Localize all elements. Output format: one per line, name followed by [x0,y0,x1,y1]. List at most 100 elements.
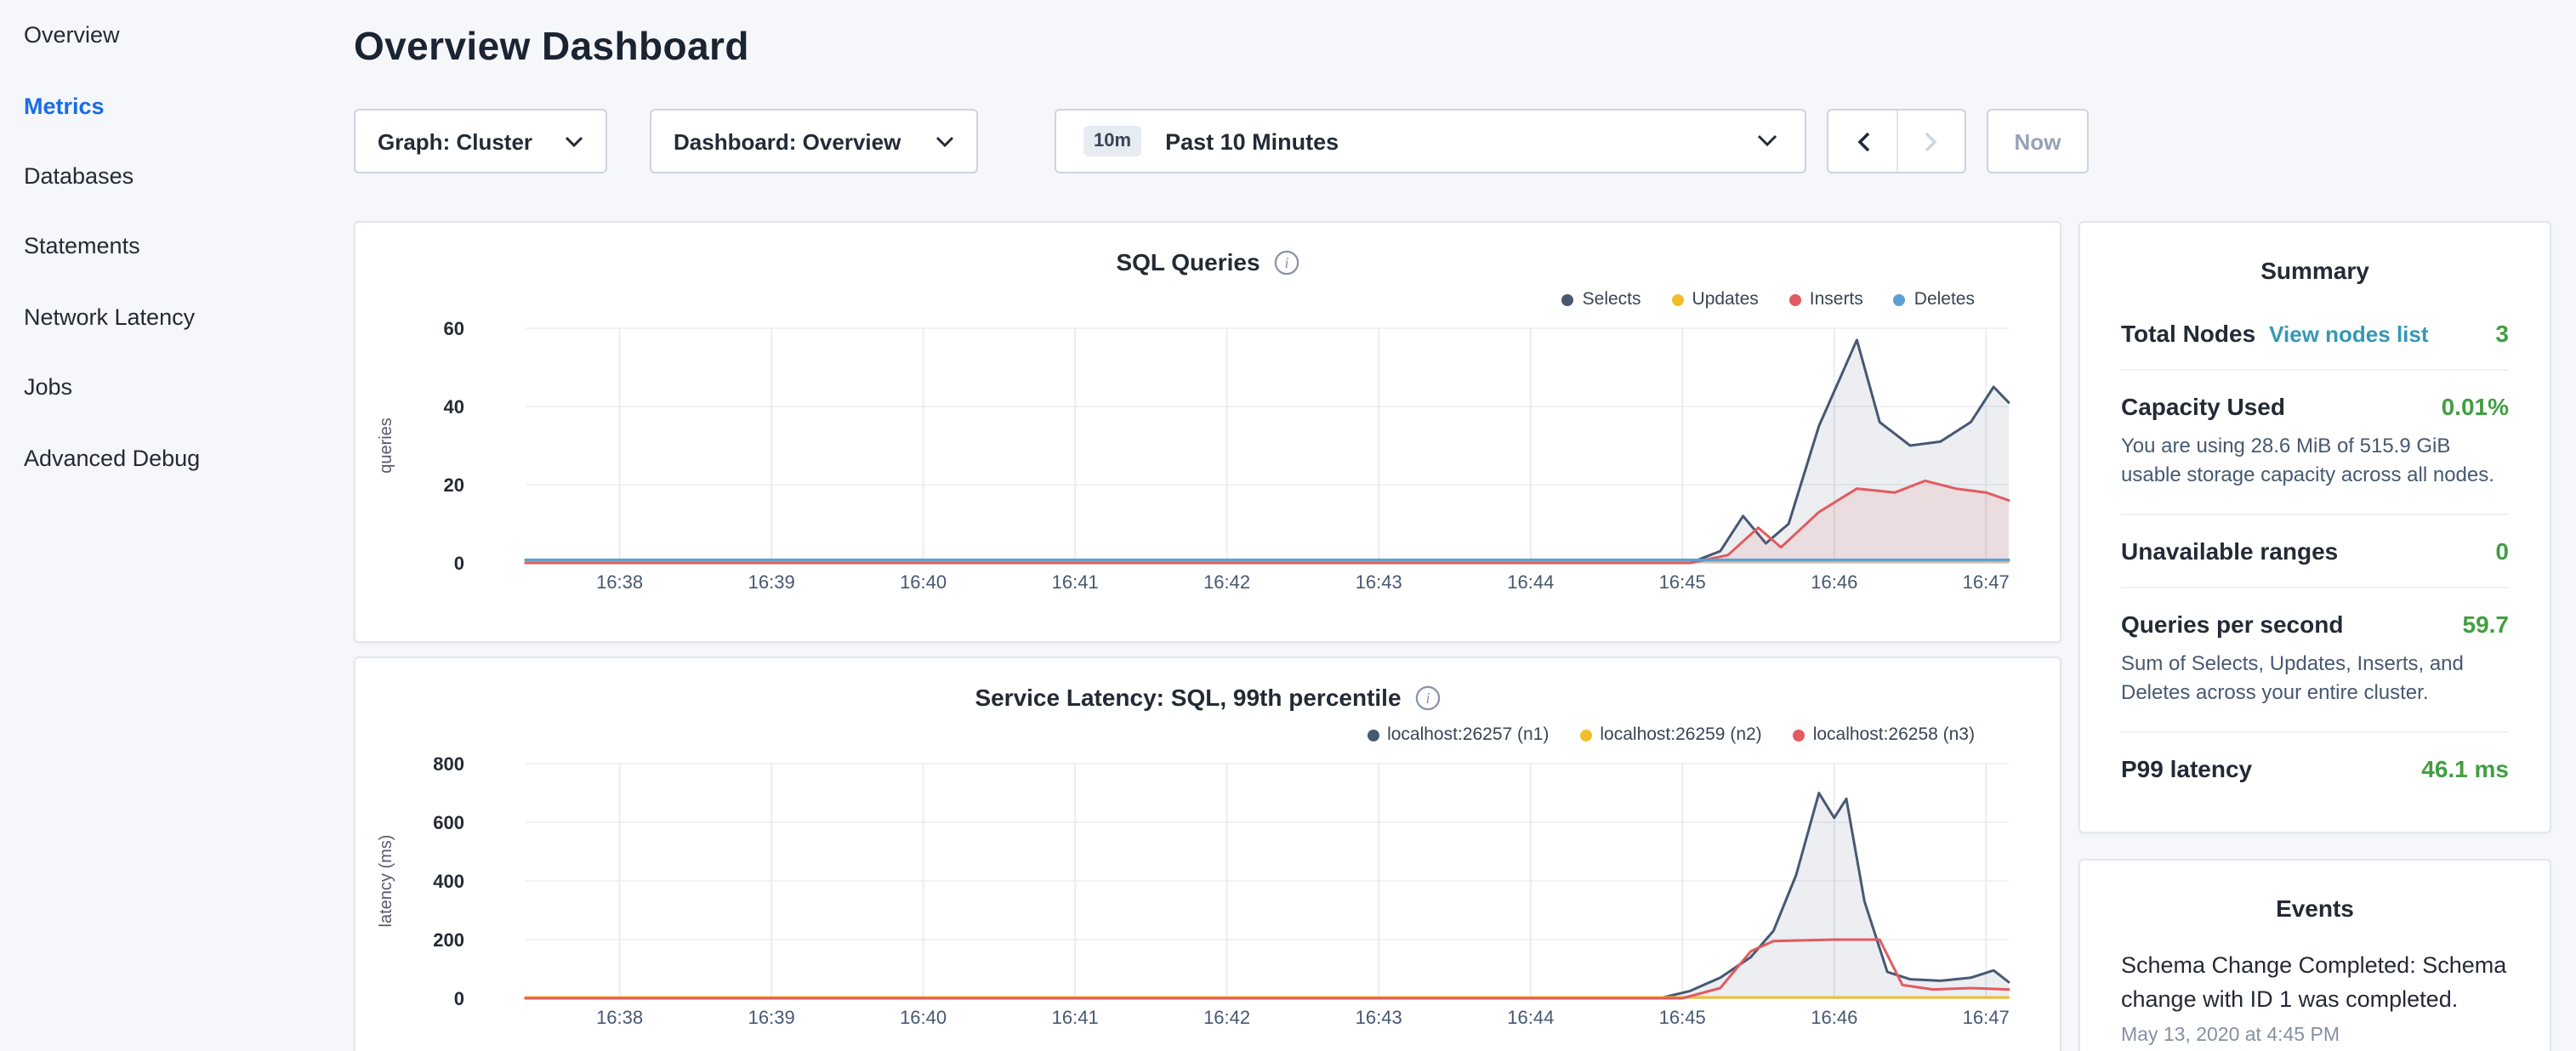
svg-text:16:47: 16:47 [1963,571,2010,593]
service-latency-chart-panel: Service Latency: SQL, 99th percentile i … [354,656,2061,1051]
chart-title-row: Service Latency: SQL, 99th percentile i [355,684,2060,711]
legend-dot-icon [1793,729,1805,741]
svg-text:16:43: 16:43 [1356,1007,1402,1028]
svg-text:16:44: 16:44 [1507,1007,1554,1028]
summary-row: Capacity Used 0.01% You are using 28.6 MiB… [2121,369,2509,514]
chart-plot-area[interactable]: 020040060080016:3816:3916:4016:4116:4216… [355,750,2060,1051]
summary-title: Summary [2121,257,2509,284]
sidebar-item-jobs[interactable]: Jobs [24,352,323,423]
info-icon[interactable]: i [1415,685,1441,710]
legend-item[interactable]: localhost:26257 (n1) [1367,724,1549,745]
legend-label: Selects [1583,289,1641,310]
summary-label: Total Nodes [2121,320,2255,347]
time-window-picker[interactable]: 10m Past 10 Minutes [1055,109,1806,173]
dashboard-selector-dropdown[interactable]: Dashboard: Overview [650,109,978,173]
svg-text:queries: queries [377,418,395,474]
legend-item[interactable]: localhost:26259 (n2) [1579,724,1761,745]
time-window-back-button[interactable] [1828,111,1896,172]
events-panel: Events Schema Change Completed: Schema c… [2078,858,2551,1051]
right-sidebar: Summary Total Nodes View nodes list 3 Capac… [2078,221,2551,1051]
legend-label: Updates [1692,289,1759,310]
chart-canvas[interactable]: 020040060080016:3816:3916:4016:4116:4216… [355,750,2060,1042]
time-window-step-group [1827,109,1966,173]
summary-value: 3 [2495,320,2509,347]
summary-rows: Total Nodes View nodes list 3 Capacity Used… [2121,298,2509,804]
summary-label: Capacity Used [2121,393,2285,420]
svg-text:16:46: 16:46 [1811,571,1857,593]
legend-item[interactable]: Updates [1672,289,1759,310]
time-window-forward-button[interactable] [1896,111,1965,172]
svg-text:latency (ms): latency (ms) [377,835,395,928]
svg-text:400: 400 [433,871,464,892]
svg-text:16:40: 16:40 [900,571,947,593]
sidebar-item-metrics[interactable]: Metrics [24,71,323,141]
chart-plot-area[interactable]: 020406016:3816:3916:4016:4116:4216:4316:… [355,315,2060,616]
summary-row: Unavailable ranges0 [2121,514,2509,587]
sidebar-item-advanced-debug[interactable]: Advanced Debug [24,423,323,493]
now-button[interactable]: Now [1987,109,2089,173]
svg-text:200: 200 [433,929,464,951]
event-message[interactable]: Schema Change Completed: Schema change w… [2121,948,2509,1017]
chart-legend: Selects Updates Inserts Deletes [355,287,2060,311]
view-nodes-list-link[interactable]: View nodes list [2269,321,2428,347]
svg-text:16:45: 16:45 [1659,571,1706,593]
chevron-left-icon [1855,130,1870,152]
sidebar: OverviewMetricsDatabasesStatementsNetwor… [0,0,323,1051]
svg-text:60: 60 [444,318,464,339]
svg-text:16:42: 16:42 [1203,1007,1250,1028]
summary-description: You are using 28.6 MiB of 515.9 GiB usab… [2121,432,2509,491]
sidebar-nav-list: OverviewMetricsDatabasesStatementsNetwor… [24,0,323,492]
chart-canvas[interactable]: 020406016:3816:3916:4016:4116:4216:4316:… [355,315,2060,607]
svg-text:600: 600 [433,812,464,833]
sidebar-item-databases[interactable]: Databases [24,141,323,212]
summary-value: 46.1 ms [2421,754,2509,781]
legend-item[interactable]: localhost:26258 (n3) [1793,724,1975,745]
info-icon[interactable]: i [1274,249,1299,275]
event-timestamp: May 13, 2020 at 4:45 PM [2121,1025,2509,1046]
summary-label: P99 latency [2121,754,2252,781]
legend-item[interactable]: Deletes [1894,289,1975,310]
summary-value: 59.7 [2463,611,2510,638]
legend-dot-icon [1562,293,1574,305]
events-title: Events [2121,894,2509,921]
summary-panel: Summary Total Nodes View nodes list 3 Capac… [2078,221,2551,832]
sidebar-item-overview[interactable]: Overview [24,0,323,71]
svg-text:20: 20 [444,474,464,496]
legend-dot-icon [1579,729,1591,741]
graph-selector-dropdown[interactable]: Graph: Cluster [354,109,607,173]
svg-text:16:41: 16:41 [1052,571,1099,593]
svg-text:i: i [1425,689,1430,706]
summary-value: 0 [2495,537,2509,565]
chevron-down-icon [1757,134,1777,148]
events-list: Schema Change Completed: Schema change w… [2121,948,2509,1046]
legend-label: Deletes [1914,289,1975,310]
svg-text:16:39: 16:39 [748,571,795,593]
svg-text:16:41: 16:41 [1052,1007,1099,1028]
summary-label: Queries per second [2121,611,2343,638]
chart-title: Service Latency: SQL, 99th percentile [975,684,1401,711]
dashboard-body: SQL Queries i Selects Updates Inserts Delet… [354,221,2576,1051]
legend-item[interactable]: Inserts [1789,289,1863,310]
legend-label: localhost:26259 (n2) [1600,724,1761,745]
svg-text:40: 40 [444,396,464,418]
time-window-badge: 10m [1083,126,1141,156]
svg-text:16:39: 16:39 [748,1007,795,1028]
legend-dot-icon [1789,293,1801,305]
legend-dot-icon [1894,293,1906,305]
svg-text:16:44: 16:44 [1507,571,1554,593]
sidebar-item-statements[interactable]: Statements [24,211,323,281]
app-window: OverviewMetricsDatabasesStatementsNetwor… [0,0,2576,1051]
chart-title: SQL Queries [1116,248,1260,276]
sidebar-item-network-latency[interactable]: Network Latency [24,281,323,352]
sql-queries-chart-panel: SQL Queries i Selects Updates Inserts Delet… [354,221,2061,643]
summary-row: Queries per second59.7Sum of Selects, Up… [2121,587,2509,731]
summary-value: 0.01% [2442,393,2509,420]
legend-label: localhost:26257 (n1) [1387,724,1549,745]
legend-dot-icon [1672,293,1684,305]
page-title: Overview Dashboard [354,24,2576,70]
summary-row: P99 latency 46.1 ms [2121,730,2509,804]
time-window-label: Past 10 Minutes [1165,128,1339,154]
legend-item[interactable]: Selects [1562,289,1641,310]
graph-selector-label: Graph: Cluster [378,128,532,154]
svg-text:0: 0 [454,553,464,574]
